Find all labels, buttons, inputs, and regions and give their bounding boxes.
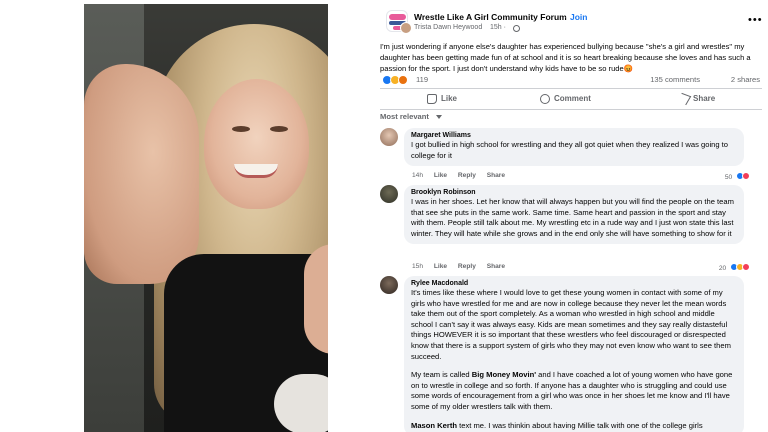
post-actions: Like Comment Share bbox=[380, 90, 762, 108]
comment-like-button[interactable]: Like bbox=[434, 263, 447, 270]
sort-dropdown[interactable]: Most relevant bbox=[380, 112, 429, 121]
comment-text: I got bullied in high school for wrestli… bbox=[411, 140, 729, 160]
reaction-count[interactable]: 119 bbox=[416, 75, 428, 84]
separator-dot: · bbox=[564, 12, 567, 22]
comment-item: Brooklyn Robinson I was in her shoes. Le… bbox=[380, 185, 762, 272]
comment-text: I was in her shoes. Let her know that wi… bbox=[411, 197, 734, 238]
facebook-post: Wrestle Like A Girl Community Forum · Jo… bbox=[374, 0, 768, 432]
avatar[interactable] bbox=[380, 185, 398, 203]
love-reaction-icon bbox=[742, 172, 750, 180]
comment-meta: 14h Like Reply Share bbox=[412, 172, 514, 179]
share-icon bbox=[676, 92, 692, 106]
share-count-link[interactable]: 2 shares bbox=[731, 75, 760, 84]
comment-time[interactable]: 14h bbox=[412, 172, 423, 179]
comment-bubble: Brooklyn Robinson I was in her shoes. Le… bbox=[404, 185, 744, 245]
divider bbox=[380, 109, 762, 110]
comment-reply-button[interactable]: Reply bbox=[458, 172, 476, 179]
comment-reply-button[interactable]: Reply bbox=[458, 263, 476, 270]
post-body: I'm just wondering if anyone else's daug… bbox=[380, 42, 751, 73]
join-button[interactable]: Join bbox=[570, 12, 587, 22]
comment-reactions[interactable]: 50 bbox=[725, 172, 750, 181]
team-name: Big Money Movin' bbox=[471, 370, 537, 380]
comment-time[interactable]: 15h bbox=[412, 263, 423, 270]
comment-like-button[interactable]: Like bbox=[434, 172, 447, 179]
comment-button[interactable]: Comment bbox=[540, 92, 591, 106]
post-time[interactable]: 15h · bbox=[490, 24, 506, 31]
share-button[interactable]: Share bbox=[676, 92, 715, 106]
comment-reactions[interactable]: 20 bbox=[719, 263, 750, 272]
comment-item: Margaret Williams I got bullied in high … bbox=[380, 128, 762, 181]
commenter-name[interactable]: Brooklyn Robinson bbox=[411, 189, 737, 196]
angry-reaction-icon bbox=[398, 75, 408, 85]
comment-text: It's times like these where I would love… bbox=[411, 288, 733, 430]
like-button[interactable]: Like bbox=[427, 92, 457, 106]
comment-meta: 15h Like Reply Share bbox=[412, 263, 514, 270]
comment-bubble: Margaret Williams I got bullied in high … bbox=[404, 128, 744, 167]
post-header: Wrestle Like A Girl Community Forum · Jo… bbox=[380, 0, 762, 38]
comment-count-link[interactable]: 135 comments bbox=[650, 75, 700, 84]
globe-icon bbox=[513, 25, 520, 32]
profile-photo bbox=[84, 4, 328, 432]
comment-bubble: Rylee Macdonald It's times like these wh… bbox=[404, 276, 744, 432]
comment-item: Rylee Macdonald It's times like these wh… bbox=[380, 276, 762, 432]
chevron-down-icon[interactable] bbox=[436, 115, 442, 119]
more-icon[interactable]: ••• bbox=[748, 14, 763, 26]
avatar[interactable] bbox=[380, 128, 398, 146]
commenter-name[interactable]: Rylee Macdonald bbox=[411, 280, 737, 287]
reactions-summary[interactable]: 119 135 comments 2 shares bbox=[380, 75, 762, 87]
author-name-link[interactable]: Trista Dawn Heywood bbox=[414, 24, 482, 31]
screen: Wrestle Like A Girl Community Forum · Jo… bbox=[0, 0, 768, 432]
author-avatar[interactable] bbox=[400, 22, 412, 34]
divider bbox=[380, 88, 762, 89]
comment-icon bbox=[540, 94, 550, 104]
group-name-link[interactable]: Wrestle Like A Girl Community Forum bbox=[414, 12, 567, 22]
love-reaction-icon bbox=[742, 263, 750, 271]
mention-link[interactable]: Mason Kerth bbox=[411, 421, 457, 430]
comment-share-button[interactable]: Share bbox=[487, 172, 505, 179]
like-icon bbox=[427, 94, 437, 104]
avatar[interactable] bbox=[380, 276, 398, 294]
comment-share-button[interactable]: Share bbox=[487, 263, 505, 270]
commenter-name[interactable]: Margaret Williams bbox=[411, 132, 737, 139]
